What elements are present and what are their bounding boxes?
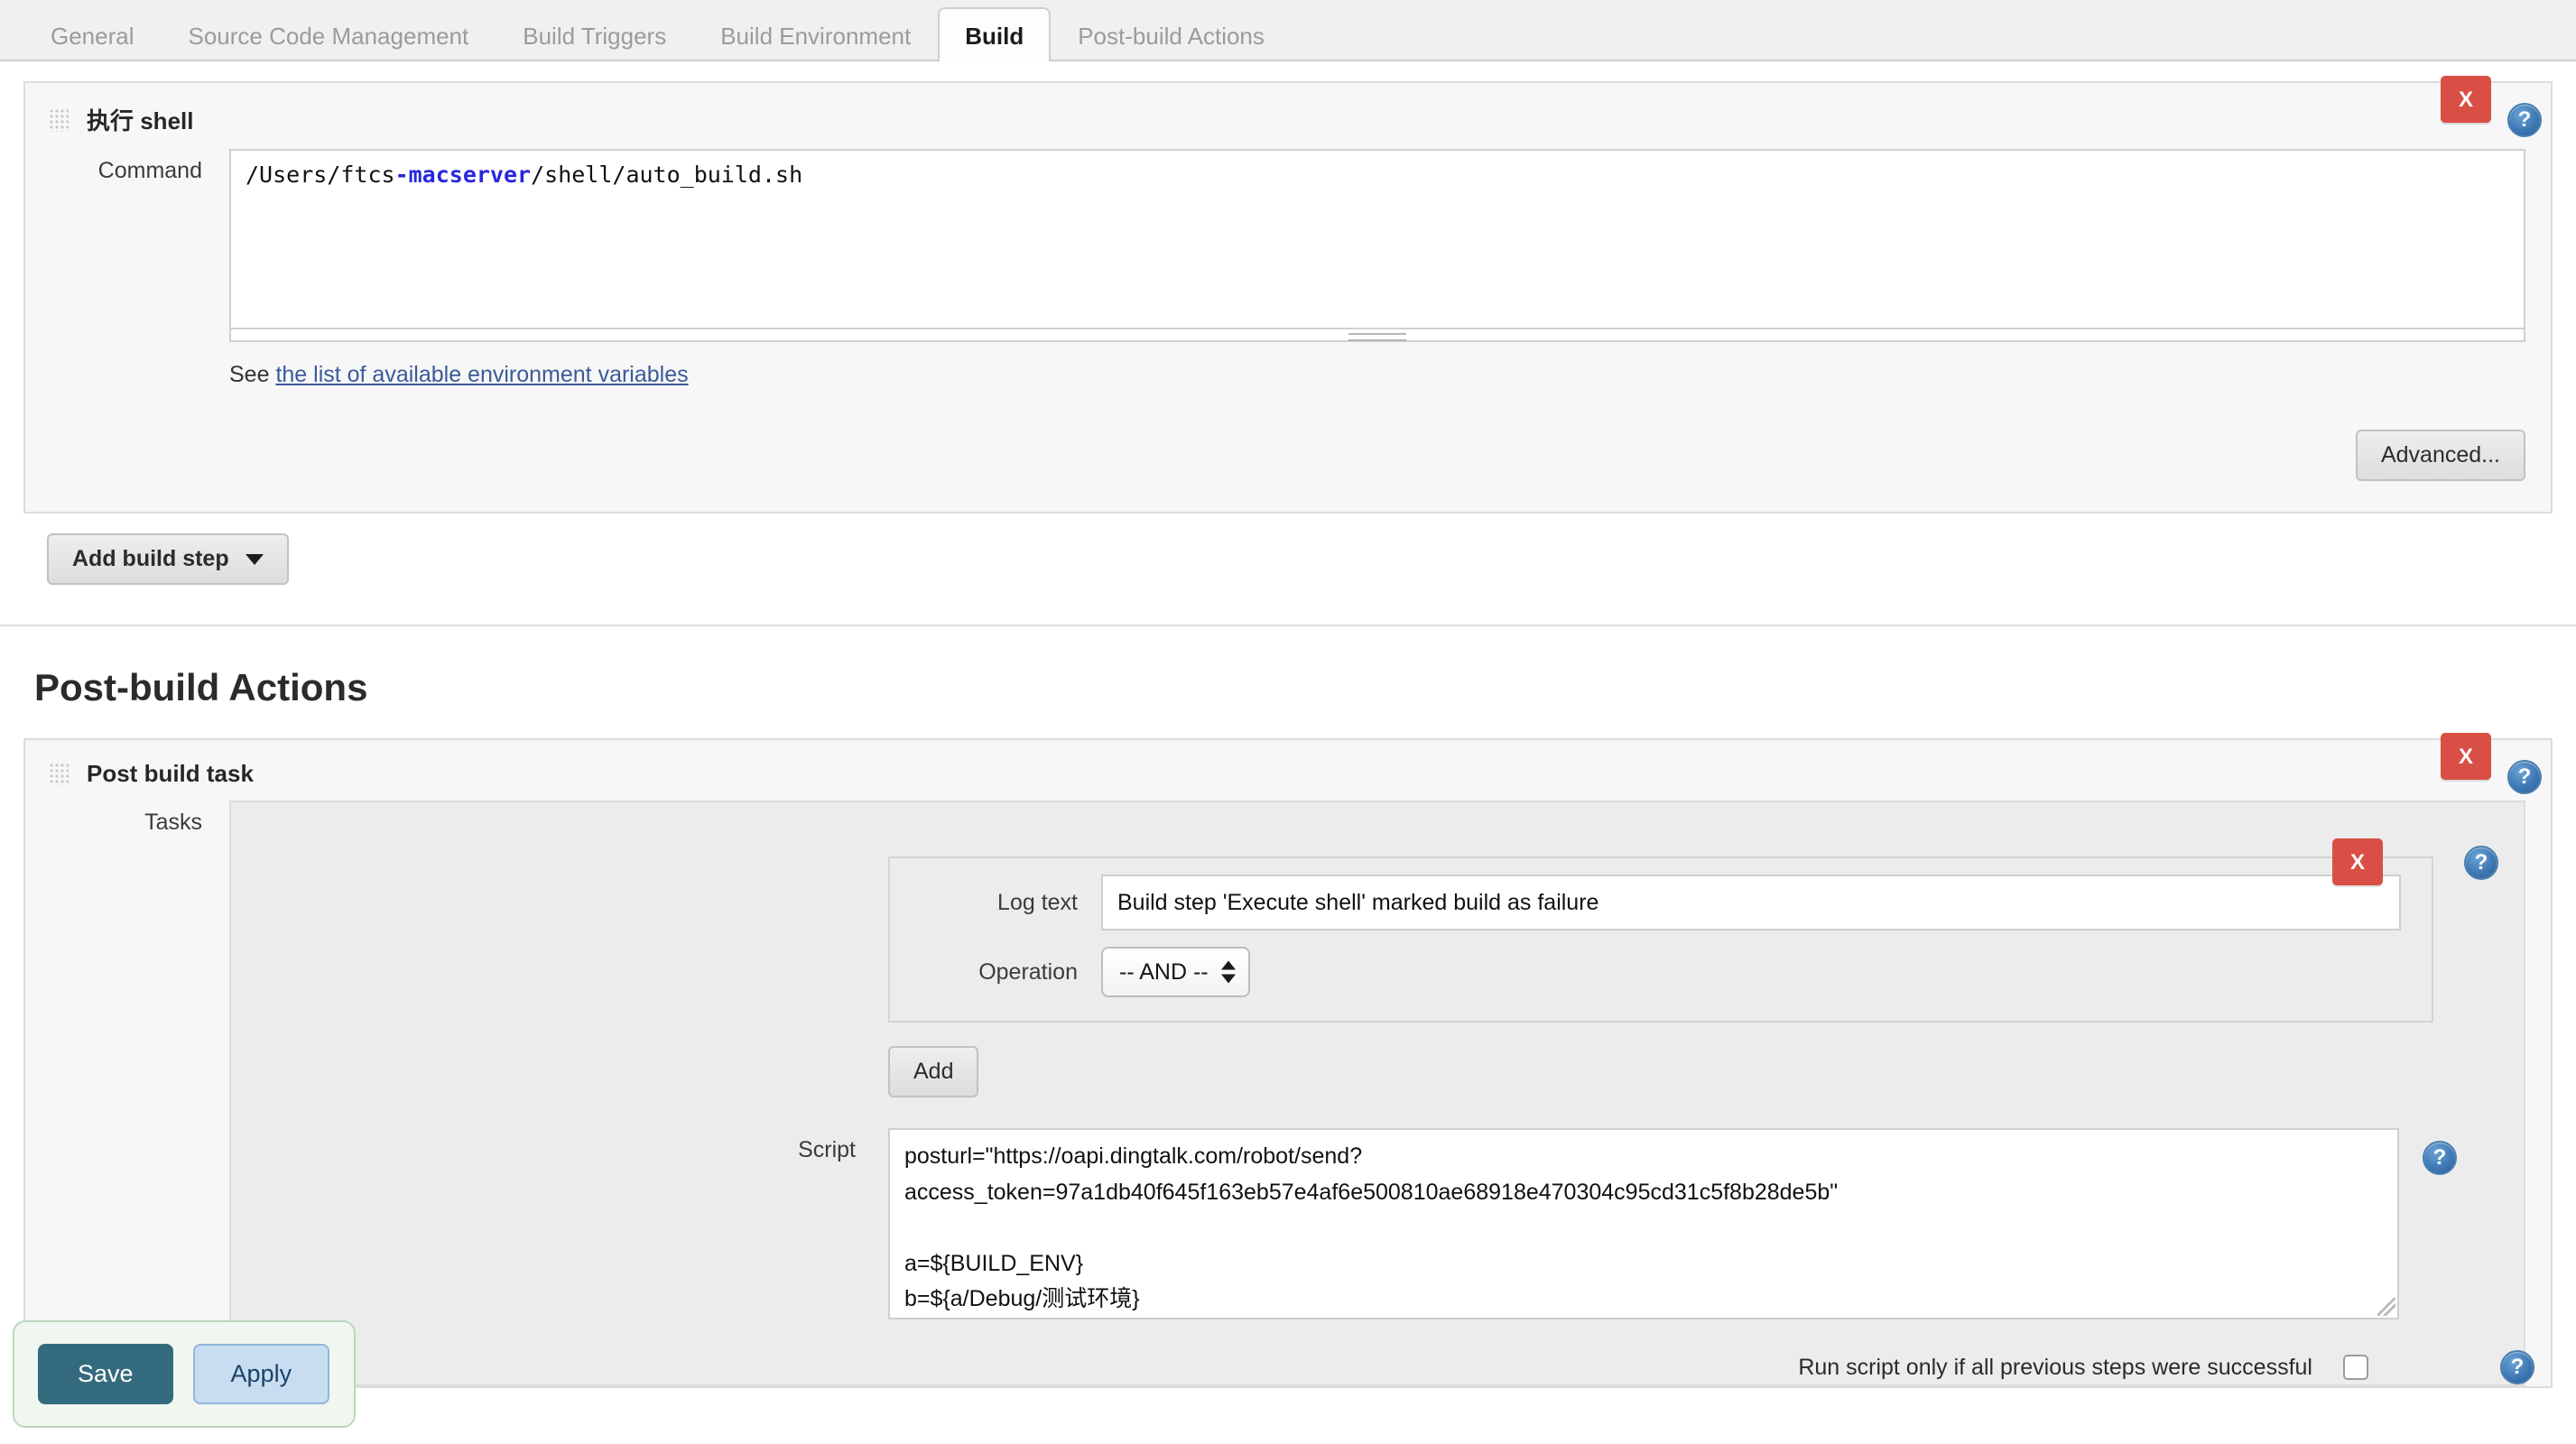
log-text-input[interactable]: Build step 'Execute shell' marked build … — [1101, 875, 2401, 930]
jenkins-job-config-page: General Source Code Management Build Tri… — [0, 0, 2576, 1428]
stepper-arrows-icon — [1220, 960, 1236, 984]
advanced-button[interactable]: Advanced... — [2355, 430, 2525, 481]
tab-build[interactable]: Build — [938, 7, 1052, 61]
log-text-row: Log text Build step 'Execute shell' mark… — [890, 858, 2432, 930]
tab-general[interactable]: General — [23, 7, 162, 61]
textarea-resize-handle[interactable] — [229, 329, 2525, 342]
run-script-row: Run script only if all previous steps we… — [231, 1319, 2534, 1384]
post-build-task-block: X ? Post build task Tasks X ? Log text B… — [23, 733, 2553, 1388]
tab-post-build-actions[interactable]: Post-build Actions — [1051, 7, 1292, 61]
operation-row: Operation -- AND -- — [890, 930, 2432, 997]
command-text-suffix: /shell/auto_build.sh — [531, 162, 803, 188]
delete-build-step-button[interactable]: X — [2441, 76, 2491, 123]
tab-build-environment[interactable]: Build Environment — [693, 7, 938, 61]
tasks-row: Tasks X ? Log text Build step 'Execute s… — [25, 801, 2551, 1386]
advanced-button-row: Advanced... — [25, 388, 2551, 512]
floating-save-bar: Save Apply — [13, 1320, 356, 1428]
build-section: X ? 执行 shell Command /Users/ftcs-macserv… — [0, 76, 2576, 585]
env-variables-hint: See the list of available environment va… — [229, 342, 2525, 388]
execute-shell-header: 执行 shell — [25, 83, 2551, 149]
drag-handle-icon[interactable] — [49, 762, 69, 786]
command-field-wrap: /Users/ftcs-macserver/shell/auto_build.s… — [229, 149, 2525, 388]
post-build-task-title: Post build task — [87, 760, 254, 787]
help-icon[interactable]: ? — [2464, 846, 2498, 880]
operation-label: Operation — [978, 958, 1078, 985]
add-task-button[interactable]: Add — [888, 1046, 979, 1097]
add-build-step-label: Add build step — [72, 546, 229, 571]
environment-variables-link[interactable]: the list of available environment variab… — [275, 362, 688, 387]
help-icon[interactable]: ? — [2507, 760, 2542, 794]
command-input[interactable]: /Users/ftcs-macserver/shell/auto_build.s… — [229, 149, 2525, 329]
chevron-down-icon — [245, 554, 264, 566]
tab-source-code-management[interactable]: Source Code Management — [162, 7, 496, 61]
delete-post-build-task-button[interactable]: X — [2441, 733, 2491, 780]
add-build-step-button[interactable]: Add build step — [47, 533, 289, 585]
tasks-field-wrap: X ? Log text Build step 'Execute shell' … — [229, 801, 2534, 1386]
script-input[interactable]: posturl="https://oapi.dingtalk.com/robot… — [888, 1128, 2399, 1319]
execute-shell-title: 执行 shell — [87, 107, 194, 134]
tasks-container: X ? Log text Build step 'Execute shell' … — [229, 801, 2534, 1386]
help-icon[interactable]: ? — [2423, 1141, 2457, 1175]
task-entry: X ? Log text Build step 'Execute shell' … — [888, 838, 2498, 1023]
command-label: Command — [97, 158, 202, 183]
script-label: Script — [798, 1137, 856, 1162]
apply-button[interactable]: Apply — [192, 1344, 330, 1404]
tasks-label: Tasks — [144, 810, 202, 835]
script-row: Script posturl="https://oapi.dingtalk.co… — [231, 1097, 2524, 1319]
run-script-label: Run script only if all previous steps we… — [1798, 1354, 2312, 1380]
execute-shell-block: X ? 执行 shell Command /Users/ftcs-macserv… — [23, 76, 2553, 514]
command-row: Command /Users/ftcs-macserver/shell/auto… — [25, 149, 2551, 388]
post-build-actions-heading: Post-build Actions — [34, 666, 368, 708]
post-build-section: X ? Post build task Tasks X ? Log text B… — [0, 733, 2576, 1428]
command-text-prefix: /Users/ftcs — [246, 162, 395, 188]
see-prefix-text: See — [229, 362, 276, 387]
help-icon[interactable]: ? — [2500, 1350, 2534, 1384]
post-build-task-header: Post build task — [25, 740, 2551, 801]
operation-select[interactable]: -- AND -- — [1101, 947, 1250, 997]
command-text-highlight: -macserver — [394, 162, 532, 188]
add-build-step-row: Add build step — [23, 514, 2553, 585]
help-icon[interactable]: ? — [2507, 103, 2542, 137]
config-tab-bar: General Source Code Management Build Tri… — [0, 0, 2576, 61]
tab-build-triggers[interactable]: Build Triggers — [496, 7, 693, 61]
operation-selected-value: -- AND -- — [1119, 958, 1209, 985]
add-task-row: Add — [231, 1023, 2524, 1097]
drag-handle-icon[interactable] — [49, 107, 69, 132]
save-button[interactable]: Save — [38, 1344, 173, 1404]
run-script-checkbox[interactable] — [2343, 1355, 2368, 1380]
log-text-label: Log text — [997, 889, 1078, 915]
delete-task-button[interactable]: X — [2332, 838, 2383, 885]
